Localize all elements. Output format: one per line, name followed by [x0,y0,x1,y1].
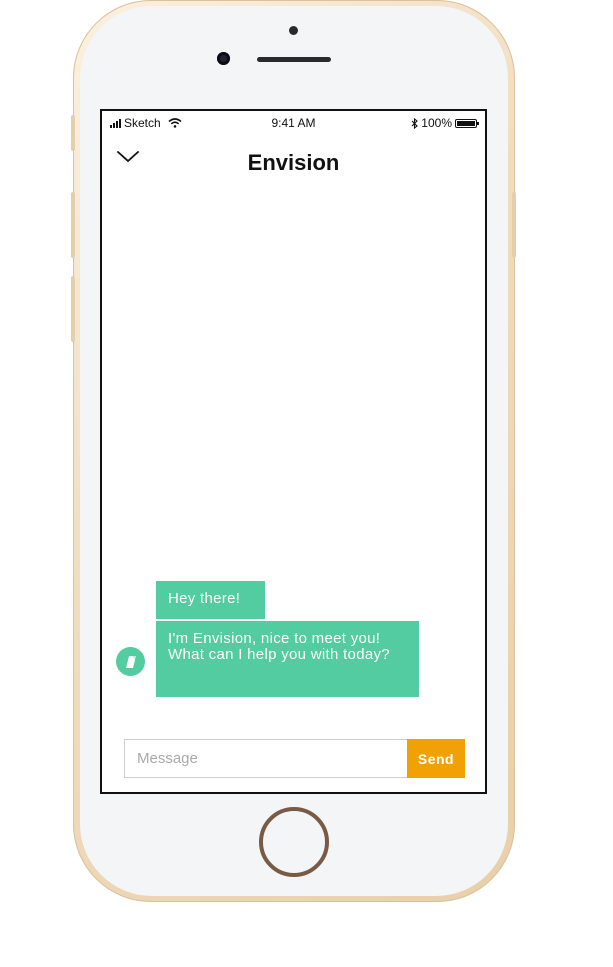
message-bubble: Hey there! [156,581,265,619]
front-camera [217,52,230,65]
status-bar: Sketch 9:41 AM 100% [102,111,485,133]
page-title: Envision [247,150,340,175]
home-button[interactable] [259,807,329,877]
message-input[interactable] [124,739,408,778]
envision-logo-icon [125,655,136,668]
volume-down-button [71,276,75,342]
earpiece-speaker [257,57,331,62]
power-button [512,192,516,258]
proximity-sensor [289,26,298,35]
phone-screen: Sketch 9:41 AM 100% Envision Hey there! … [100,109,487,794]
status-right: 100% [411,116,479,130]
chat-screen: Sketch 9:41 AM 100% Envision Hey there! … [102,111,485,792]
mute-switch [71,115,75,151]
nav-bar: Envision [102,135,485,185]
bluetooth-icon [411,117,419,129]
bot-avatar [116,647,145,676]
send-button[interactable]: Send [407,739,465,778]
message-bubble: I'm Envision, nice to meet you! What can… [156,621,419,697]
volume-up-button [71,192,75,258]
battery-icon [455,118,479,128]
battery-percent: 100% [421,116,452,130]
message-composer: Send [124,739,465,778]
